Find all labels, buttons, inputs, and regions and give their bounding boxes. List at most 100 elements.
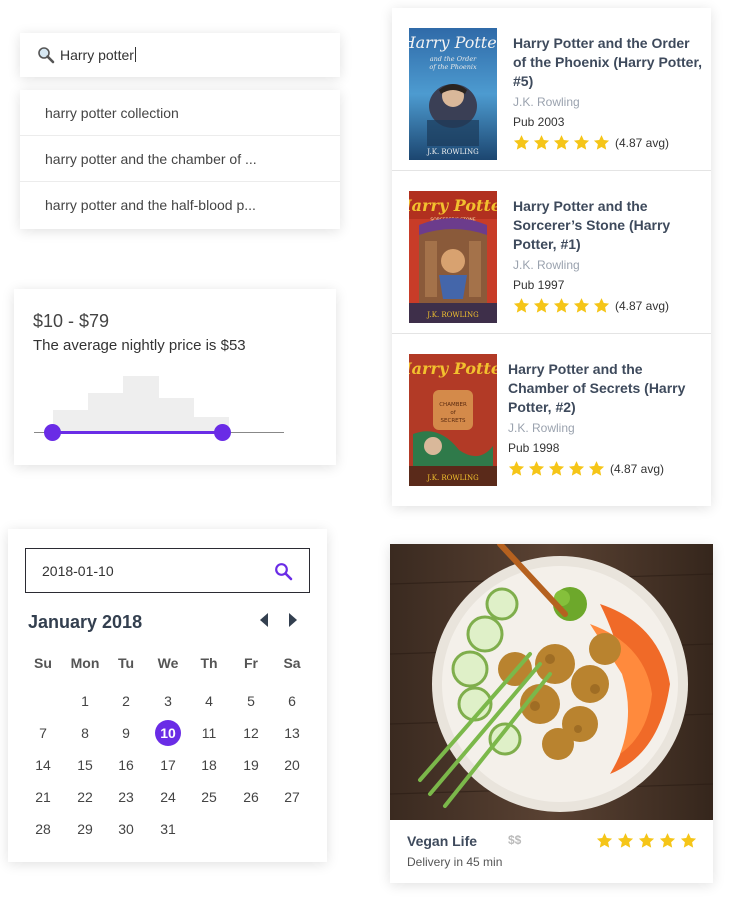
calendar-day[interactable]: 9 bbox=[111, 719, 141, 747]
svg-text:and the Order: and the Order bbox=[430, 55, 477, 63]
star-icon bbox=[593, 135, 610, 150]
search-box[interactable]: Harry potter bbox=[20, 33, 340, 77]
slider-max-handle[interactable] bbox=[214, 424, 231, 441]
star-icon bbox=[593, 298, 610, 313]
book-title[interactable]: Harry Potter and the Order of the Phoeni… bbox=[513, 34, 703, 91]
star-icon bbox=[568, 461, 585, 476]
calendar-day[interactable]: 2 bbox=[111, 687, 141, 715]
star-icon bbox=[513, 298, 530, 313]
weekday-label: We bbox=[157, 655, 179, 671]
suggestion-item[interactable]: harry potter and the half-blood p... bbox=[20, 182, 340, 228]
calendar-day[interactable]: 4 bbox=[194, 687, 224, 715]
calendar-day[interactable]: 1 bbox=[70, 687, 100, 715]
calendar-day[interactable]: 25 bbox=[194, 783, 224, 811]
price-level: $$ bbox=[508, 833, 522, 847]
histogram-bar bbox=[158, 397, 194, 433]
svg-text:of the Phoenix: of the Phoenix bbox=[429, 63, 477, 71]
star-icon bbox=[533, 298, 550, 313]
star-rating bbox=[508, 460, 608, 477]
star-rating bbox=[513, 134, 613, 151]
calendar-day[interactable]: 18 bbox=[194, 751, 224, 779]
star-icon bbox=[573, 135, 590, 150]
book-pub-year: Pub 2003 bbox=[513, 115, 565, 129]
star-icon bbox=[553, 298, 570, 313]
cover-logo-text: Harry Potter bbox=[409, 33, 497, 52]
calendar-day[interactable]: 12 bbox=[236, 719, 266, 747]
svg-text:SECRETS: SECRETS bbox=[441, 418, 466, 424]
calendar-day[interactable]: 11 bbox=[194, 719, 224, 747]
book-author[interactable]: J.K. Rowling bbox=[513, 258, 703, 272]
calendar-day[interactable]: 30 bbox=[111, 815, 141, 843]
star-icon bbox=[533, 135, 550, 150]
star-icon bbox=[596, 833, 613, 848]
book-title[interactable]: Harry Potter and the Chamber of Secrets … bbox=[508, 360, 698, 417]
svg-text:J.K. ROWLING: J.K. ROWLING bbox=[426, 311, 479, 319]
calendar-day-selected[interactable]: 10 bbox=[153, 719, 183, 747]
book-author[interactable]: J.K. Rowling bbox=[513, 95, 703, 109]
calendar-day[interactable]: 6 bbox=[277, 687, 307, 715]
calendar-day[interactable]: 13 bbox=[277, 719, 307, 747]
calendar-day[interactable]: 24 bbox=[153, 783, 183, 811]
book-item[interactable]: Harry Potter CHAMBER of SECRETS J.K. ROW… bbox=[392, 334, 711, 497]
suggestion-item[interactable]: harry potter and the chamber of ... bbox=[20, 136, 340, 182]
calendar-day[interactable]: 8 bbox=[70, 719, 100, 747]
book-avg-rating: (4.87 avg) bbox=[615, 135, 670, 150]
book-pub-year: Pub 1997 bbox=[513, 278, 565, 292]
star-rating bbox=[513, 297, 613, 314]
food-bowl-image[interactable] bbox=[390, 544, 713, 820]
star-rating bbox=[596, 832, 701, 849]
book-avg-rating: (4.87 avg) bbox=[610, 461, 665, 476]
book-item[interactable]: Harry Potter SORCERER'S STONE J.K. ROWLI… bbox=[392, 171, 711, 334]
search-icon bbox=[38, 47, 55, 64]
star-icon bbox=[680, 833, 697, 848]
book-rating: (4.87 avg) bbox=[508, 460, 698, 477]
calendar-month-title: January 2018 bbox=[28, 612, 143, 632]
book-author[interactable]: J.K. Rowling bbox=[508, 421, 698, 435]
star-icon bbox=[588, 461, 605, 476]
calendar-day[interactable]: 21 bbox=[28, 783, 58, 811]
book-item[interactable]: Harry Potter and the Order of the Phoeni… bbox=[392, 8, 711, 171]
book-rating: (4.87 avg) bbox=[513, 297, 703, 314]
search-suggestions: harry potter collection harry potter and… bbox=[20, 90, 340, 229]
search-query-text: Harry potter bbox=[60, 47, 134, 63]
slider-min-handle[interactable] bbox=[44, 424, 61, 441]
calendar-day[interactable]: 29 bbox=[70, 815, 100, 843]
calendar-day[interactable]: 28 bbox=[28, 815, 58, 843]
calendar-day[interactable]: 27 bbox=[277, 783, 307, 811]
calendar-day[interactable]: 20 bbox=[277, 751, 307, 779]
book-cover-image[interactable]: Harry Potter CHAMBER of SECRETS J.K. ROW… bbox=[409, 354, 497, 486]
book-avg-rating: (4.87 avg) bbox=[615, 298, 670, 313]
calendar-day[interactable]: 7 bbox=[28, 719, 58, 747]
calendar-day[interactable]: 15 bbox=[70, 751, 100, 779]
svg-text:Harry Potter: Harry Potter bbox=[409, 196, 497, 215]
restaurant-name[interactable]: Vegan Life bbox=[407, 833, 477, 849]
book-cover-image[interactable]: Harry Potter and the Order of the Phoeni… bbox=[409, 28, 497, 160]
book-title[interactable]: Harry Potter and the Sorcerer’s Stone (H… bbox=[513, 197, 703, 254]
suggestion-item[interactable]: harry potter collection bbox=[20, 90, 340, 136]
restaurant-card[interactable]: Vegan Life $$ Delivery in 45 min bbox=[390, 544, 713, 883]
date-input[interactable]: 2018-01-10 bbox=[25, 548, 310, 593]
calendar-day[interactable]: 22 bbox=[70, 783, 100, 811]
calendar-day[interactable]: 17 bbox=[153, 751, 183, 779]
calendar-day[interactable]: 14 bbox=[28, 751, 58, 779]
weekday-label: Tu bbox=[117, 655, 135, 671]
chevron-right-icon[interactable] bbox=[287, 612, 299, 628]
calendar-day[interactable]: 23 bbox=[111, 783, 141, 811]
star-icon bbox=[528, 461, 545, 476]
book-cover-image[interactable]: Harry Potter SORCERER'S STONE J.K. ROWLI… bbox=[409, 191, 497, 323]
calendar-day[interactable]: 3 bbox=[153, 687, 183, 715]
delivery-time: Delivery in 45 min bbox=[407, 855, 503, 869]
calendar-day[interactable]: 5 bbox=[236, 687, 266, 715]
price-range-label: $10 - $79 bbox=[33, 311, 110, 331]
calendar-day[interactable]: 31 bbox=[153, 815, 183, 843]
calendar-day[interactable]: 16 bbox=[111, 751, 141, 779]
calendar-day[interactable]: 19 bbox=[236, 751, 266, 779]
star-icon bbox=[617, 833, 634, 848]
calendar-day[interactable]: 26 bbox=[236, 783, 266, 811]
star-icon bbox=[508, 461, 525, 476]
book-results-card: Harry Potter and the Order of the Phoeni… bbox=[392, 8, 711, 506]
search-input[interactable]: Harry potter bbox=[60, 47, 136, 63]
chevron-left-icon[interactable] bbox=[258, 612, 270, 628]
search-icon[interactable] bbox=[274, 562, 293, 581]
date-picker-card: 2018-01-10 January 2018 Su Mon Tu We Th Fr Sa 1… bbox=[8, 529, 327, 862]
